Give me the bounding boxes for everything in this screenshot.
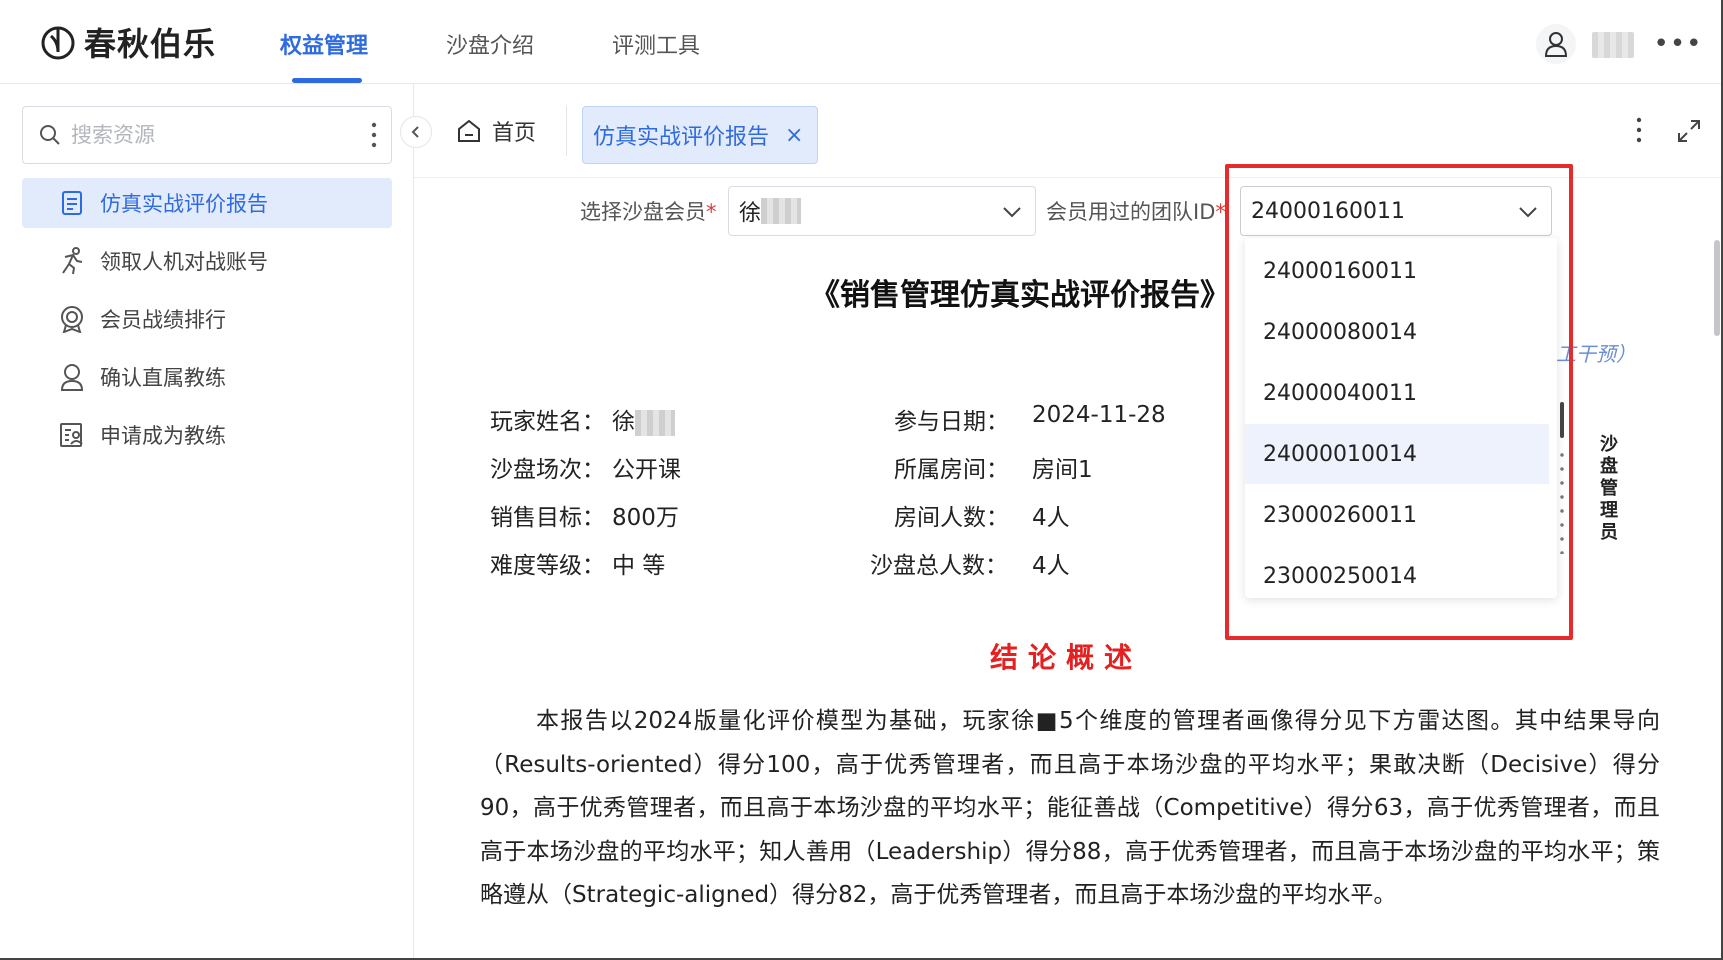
member-select[interactable]: 徐	[728, 186, 1036, 236]
member-name-blurred	[761, 198, 802, 224]
tab-more-icon[interactable]	[1636, 116, 1642, 144]
top-navigation: 春秋伯乐 权益管理 沙盘介绍 评测工具 •••	[0, 0, 1723, 84]
tab-label: 仿真实战评价报告	[593, 125, 770, 150]
member-select-label: 选择沙盘会员*	[580, 196, 717, 226]
user-icon	[1544, 32, 1568, 57]
close-tab-icon[interactable]: ×	[785, 123, 803, 148]
search-options-icon[interactable]	[371, 121, 377, 149]
medal-icon	[58, 305, 86, 333]
chevron-left-icon	[411, 126, 419, 138]
running-person-icon	[58, 247, 86, 275]
required-mark: *	[1215, 200, 1226, 224]
person-icon	[58, 363, 86, 391]
document-icon	[58, 189, 86, 217]
summary-paragraph: 本报告以2024版量化评价模型为基础，玩家徐■5个维度的管理者画像得分见下方雷达…	[480, 708, 1660, 908]
tab-home[interactable]: 首页	[456, 106, 536, 156]
more-icon: •••	[1653, 29, 1703, 59]
dropdown-option[interactable]: 24000040011	[1245, 363, 1549, 423]
room-count-label: 房间人数：	[894, 505, 1009, 531]
dropdown-option[interactable]: 24000080014	[1245, 302, 1549, 362]
sidebar-item-label: 领取人机对战账号	[100, 250, 268, 274]
sidebar-item-apply-coach[interactable]: 申请成为教练	[22, 410, 392, 460]
room-label: 所属房间：	[894, 457, 1009, 483]
total-count-value: 4人	[1032, 553, 1070, 579]
session-value: 公开课	[612, 457, 681, 483]
dropdown-option-hovered[interactable]: 24000010014	[1245, 424, 1549, 484]
home-icon	[458, 119, 480, 142]
dropdown-scroll-track	[1559, 448, 1565, 554]
team-id-label: 会员用过的团队ID*	[1046, 196, 1226, 226]
player-name-blurred	[635, 409, 675, 436]
page-scrollbar[interactable]	[1714, 240, 1720, 336]
team-label-text: 会员用过的团队ID	[1046, 200, 1216, 224]
application-form-icon	[58, 421, 86, 449]
logo-mark-icon	[41, 26, 75, 60]
difficulty-label: 难度等级：	[490, 553, 605, 579]
nav-tab-active-indicator	[292, 78, 362, 83]
target-label: 销售目标：	[490, 505, 605, 531]
date-value: 2024-11-28	[1032, 402, 1166, 428]
user-avatar-button[interactable]	[1536, 24, 1576, 64]
team-id-select-value: 24000160011	[1251, 198, 1405, 224]
brand-logo[interactable]: 春秋伯乐	[38, 20, 216, 64]
fullscreen-icon[interactable]	[1676, 118, 1702, 144]
room-count-value: 4人	[1032, 505, 1070, 531]
tab-evaluation-report[interactable]: 仿真实战评价报告 ×	[582, 106, 818, 164]
username-blurred	[1592, 32, 1634, 58]
collapse-sidebar-button[interactable]	[400, 116, 432, 148]
app-window: 春秋伯乐 权益管理 沙盘介绍 评测工具 ••• 搜索资源 仿真实战评价报告 领取…	[0, 0, 1723, 960]
dropdown-option[interactable]: 24000160011	[1245, 241, 1549, 301]
sidebar-item-confirm-coach[interactable]: 确认直属教练	[22, 352, 392, 402]
room-value: 房间1	[1032, 457, 1093, 483]
player-name-label: 玩家姓名：	[490, 409, 605, 435]
sidebar-item-member-ranking[interactable]: 会员战绩排行	[22, 294, 392, 344]
required-mark: *	[706, 200, 717, 224]
member-label-text: 选择沙盘会员	[580, 200, 706, 224]
difficulty-value: 中 等	[612, 553, 666, 579]
hint-text: 工干预）	[1556, 342, 1636, 366]
dropdown-scrollbar[interactable]	[1560, 402, 1564, 438]
resource-search	[22, 106, 392, 164]
sidebar: 仿真实战评价报告 领取人机对战账号 会员战绩排行 确认直属教练 申请成为教练	[0, 84, 414, 960]
player-name-value: 徐	[612, 402, 675, 436]
nav-tab-sandbox-intro[interactable]: 沙盘介绍	[446, 28, 534, 60]
team-id-dropdown: 24000160011 24000080014 24000040011 2400…	[1245, 238, 1557, 598]
sidebar-item-label: 确认直属教练	[100, 366, 226, 390]
side-label: 沙盘管理员	[1600, 434, 1618, 543]
chevron-down-icon	[1003, 207, 1021, 218]
team-id-select[interactable]: 24000160011	[1240, 186, 1552, 236]
nav-tab-rights-management[interactable]: 权益管理	[280, 28, 368, 60]
dropdown-option[interactable]: 23000260011	[1245, 485, 1549, 545]
sidebar-item-label: 仿真实战评价报告	[100, 192, 268, 216]
date-label: 参与日期：	[894, 409, 1009, 435]
target-value: 800万	[612, 505, 679, 531]
tab-divider	[566, 106, 567, 156]
sidebar-item-label: 申请成为教练	[100, 424, 226, 448]
section-title: 结论概述	[990, 641, 1143, 674]
player-name-text: 徐	[612, 409, 635, 435]
session-label: 沙盘场次：	[490, 457, 605, 483]
nav-tab-evaluation-tools[interactable]: 评测工具	[612, 28, 700, 60]
tab-home-label: 首页	[492, 121, 537, 146]
dropdown-option[interactable]: 23000250014	[1245, 546, 1549, 598]
search-icon	[40, 125, 60, 145]
sidebar-item-label: 会员战绩排行	[100, 308, 226, 332]
total-count-label: 沙盘总人数：	[870, 553, 1008, 579]
search-input[interactable]	[71, 123, 341, 147]
sidebar-item-claim-ai-account[interactable]: 领取人机对战账号	[22, 236, 392, 286]
page-tabs-bar: 首页 仿真实战评价报告 ×	[414, 84, 1723, 178]
report-title: 《销售管理仿真实战评价报告》	[810, 278, 1230, 313]
more-button[interactable]: •••	[1654, 24, 1702, 64]
chevron-down-icon	[1519, 207, 1537, 218]
brand-name: 春秋伯乐	[84, 25, 217, 63]
member-select-value: 徐	[739, 201, 762, 226]
sidebar-item-evaluation-report[interactable]: 仿真实战评价报告	[22, 178, 392, 228]
